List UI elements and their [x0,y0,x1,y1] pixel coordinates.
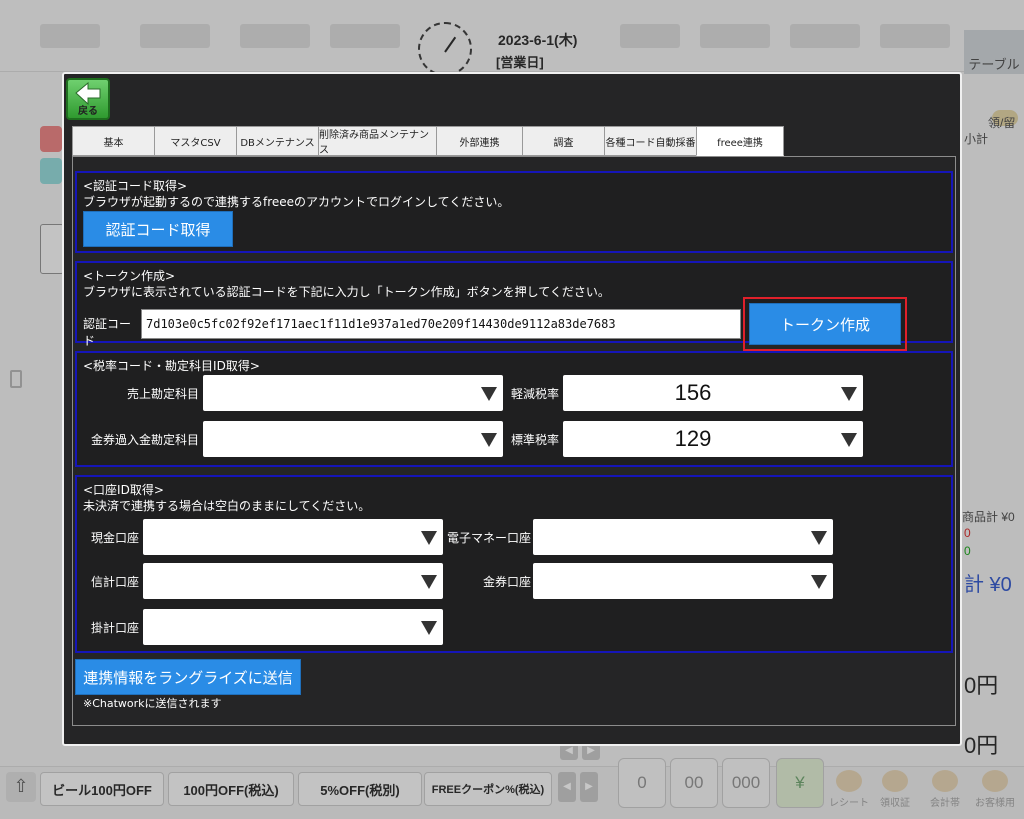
tab-external-integration[interactable]: 外部連携 [436,126,522,156]
auth-code-input[interactable]: 7d103e0c5fc02f92ef171aec1f11d1e937a1ed70… [141,309,741,339]
tab-db-maintenance[interactable]: DBメンテナンス [236,126,318,156]
reduced-rate-select[interactable]: 156 [563,375,863,411]
settings-modal: 戻る 基本 マスタCSV DBメンテナンス 削除済み商品メンテナンス 外部連携 … [62,72,962,746]
settings-tabs: 基本 マスタCSV DBメンテナンス 削除済み商品メンテナンス 外部連携 調査 … [72,126,784,156]
standard-rate-value: 129 [674,426,712,451]
voucher-overpay-value [203,421,463,457]
token-title: <トークン作成> [83,269,176,283]
voucher-account-label: 金券口座 [482,575,531,589]
credit-account-select[interactable] [143,563,443,599]
tab-freee-integration[interactable]: freee連携 [696,126,784,156]
chevron-down-icon [841,433,857,447]
freee-integration-panel: <認証コード取得> ブラウザが起動するので連携するfreeeのアカウントでログイ… [72,156,956,726]
auth-code-title: <認証コード取得> [83,179,188,193]
sales-account-select[interactable] [203,375,503,411]
chevron-down-icon [811,531,827,545]
voucher-overpay-label: 金券過入金勘定科目 [90,433,199,447]
sales-account-value [203,375,463,411]
back-label: 戻る [78,106,98,117]
chevron-down-icon [421,575,437,589]
chatwork-note: ※Chatworkに送信されます [83,697,222,710]
auth-code-desc: ブラウザが起動するので連携するfreeeのアカウントでログインしてください。 [83,195,510,209]
auth-code-section: <認証コード取得> ブラウザが起動するので連携するfreeeのアカウントでログイ… [75,171,953,253]
tax-code-section: <税率コード・勘定科目ID取得> 売上勘定科目 軽減税率 156 金券過入金勘定… [75,351,953,467]
credit-account-label: 信計口座 [90,575,139,589]
emoney-account-label: 電子マネー口座 [447,531,532,545]
token-section: <トークン作成> ブラウザに表示されている認証コードを下記に入力し「トークン作成… [75,261,953,351]
standard-rate-label: 標準税率 [510,433,559,447]
tab-deleted-item-maintenance[interactable]: 削除済み商品メンテナンス [318,126,436,156]
tax-code-title: <税率コード・勘定科目ID取得> [83,359,260,373]
reduced-rate-label: 軽減税率 [510,387,559,401]
chevron-down-icon [421,621,437,635]
voucher-account-select[interactable] [533,563,833,599]
chevron-down-icon [421,531,437,545]
tab-master-csv[interactable]: マスタCSV [154,126,236,156]
chevron-down-icon [811,575,827,589]
token-desc: ブラウザに表示されている認証コードを下記に入力し「トークン作成」ボタンを押してく… [83,285,610,299]
sales-account-label: 売上勘定科目 [126,387,199,401]
auth-code-label: 認証コード [83,317,132,348]
account-id-section: <口座ID取得> 未決済で連携する場合は空白のままにしてください。 現金口座 電… [75,475,953,653]
emoney-account-select[interactable] [533,519,833,555]
voucher-overpay-select[interactable] [203,421,503,457]
tab-investigation[interactable]: 調査 [522,126,604,156]
account-id-title: <口座ID取得> [83,483,164,497]
cash-account-label: 現金口座 [90,531,139,545]
tab-auto-numbering[interactable]: 各種コード自動採番 [604,126,696,156]
chevron-down-icon [481,387,497,401]
reduced-rate-value: 156 [674,380,712,405]
send-integration-button[interactable]: 連携情報をラングライズに送信 [75,659,301,695]
account-id-desc: 未決済で連携する場合は空白のままにしてください。 [83,499,371,513]
create-token-button[interactable]: トークン作成 [749,303,901,345]
cash-account-select[interactable] [143,519,443,555]
tab-account-select[interactable] [143,609,443,645]
chevron-down-icon [841,387,857,401]
back-button[interactable]: 戻る [66,78,110,120]
tab-basic[interactable]: 基本 [72,126,154,156]
chevron-down-icon [481,433,497,447]
standard-rate-select[interactable]: 129 [563,421,863,457]
get-auth-code-button[interactable]: 認証コード取得 [83,211,233,247]
tab-account-label: 掛計口座 [90,621,139,635]
